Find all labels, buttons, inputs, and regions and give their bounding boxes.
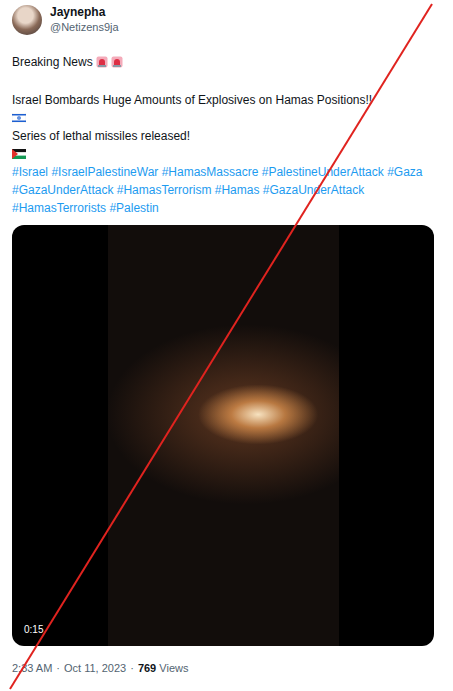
title-row: Israel Bombards Huge Amounts of Explosiv… <box>12 91 441 109</box>
flag-row <box>12 109 441 127</box>
hashtag-list: #Israel #IsraelPalestineWar #HamasMassac… <box>12 163 440 217</box>
israel-flag-icon <box>12 113 26 123</box>
author-handle[interactable]: @Netizens9ja <box>50 20 119 35</box>
hashtag[interactable]: #HamasMassacre <box>162 165 259 179</box>
post-meta: 2:33 AM · Oct 11, 2023 · 769 Views <box>12 660 441 676</box>
post-time[interactable]: 2:33 AM <box>12 662 52 674</box>
post-subtitle: Series of lethal missiles released! <box>12 127 190 145</box>
video-frame <box>108 225 339 646</box>
views-number: 769 <box>138 662 156 674</box>
hashtag[interactable]: #Israel <box>12 165 48 179</box>
strike-line <box>0 0 453 691</box>
hashtag[interactable]: #HamasTerrorism <box>117 183 212 197</box>
separator: · <box>130 662 134 674</box>
hashtag[interactable]: #IsraelPalestineWar <box>51 165 158 179</box>
video-player[interactable]: 0:15 <box>12 225 434 646</box>
views-count: 769 Views <box>138 662 189 674</box>
post-body: Breaking News Israel Bombards Huge Amount… <box>12 53 441 217</box>
hashtag[interactable]: #Hamas <box>215 183 260 197</box>
hashtag[interactable]: #Gaza <box>387 165 422 179</box>
hashtag[interactable]: #Palestin <box>109 201 158 215</box>
author-name[interactable]: Jaynepha <box>50 5 119 20</box>
avatar[interactable] <box>12 5 42 35</box>
views-label: Views <box>159 662 188 674</box>
post-title: Israel Bombards Huge Amounts of Explosiv… <box>12 91 372 109</box>
hashtag[interactable]: #PalestineUnderAttack <box>262 165 384 179</box>
siren-icon <box>111 56 123 68</box>
palestine-flag-icon <box>12 149 26 159</box>
hashtag[interactable]: #GazaUnderAttack <box>12 183 113 197</box>
video-duration: 0:15 <box>20 622 47 638</box>
hashtag[interactable]: #HamasTerrorists <box>12 201 106 215</box>
flag-row <box>12 145 441 163</box>
post-date[interactable]: Oct 11, 2023 <box>64 662 126 674</box>
siren-icon <box>96 56 108 68</box>
separator: · <box>56 662 60 674</box>
headline: Breaking News <box>12 53 93 71</box>
author-info: Jaynepha@Netizens9ja <box>50 5 119 35</box>
headline-row: Breaking News <box>12 53 441 71</box>
subtitle-row: Series of lethal missiles released! <box>12 127 441 145</box>
hashtag[interactable]: #GazaUnderAttack <box>263 183 364 197</box>
post-header: Jaynepha@Netizens9ja <box>12 4 441 36</box>
